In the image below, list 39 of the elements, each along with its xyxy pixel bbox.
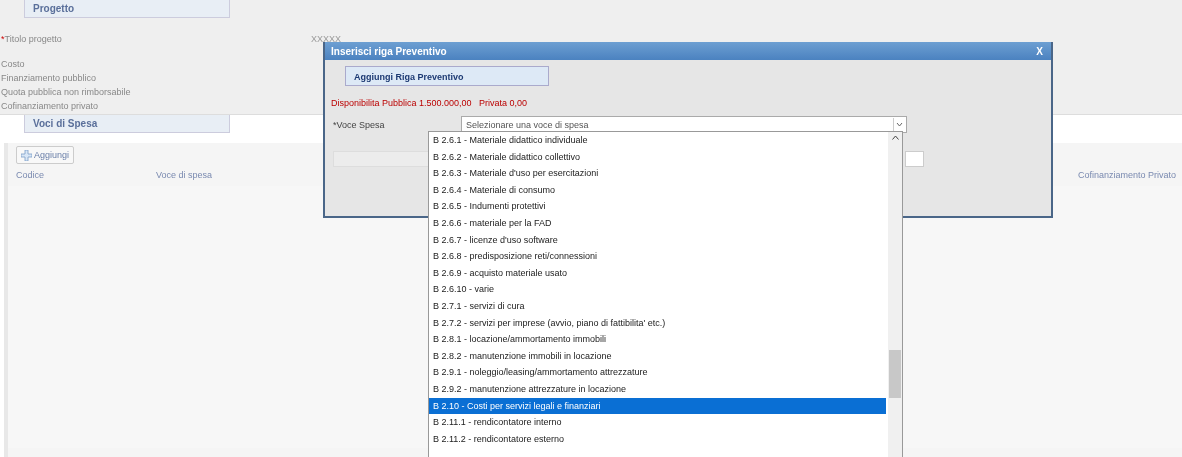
scrollbar[interactable]	[888, 132, 902, 457]
dropdown-option[interactable]: B 2.6.6 - materiale per la FAD	[429, 214, 886, 232]
scrollbar-thumb[interactable]	[889, 350, 901, 398]
dropdown-option[interactable]: B 2.6.4 - Materiale di consumo	[429, 181, 886, 199]
dropdown-option[interactable]: B 2.11.1 - rendicontatore interno	[429, 414, 886, 431]
dropdown-option[interactable]: B 2.8.2 - manutenzione immobili in locazione	[429, 347, 886, 365]
dropdown-option[interactable]: B 2.6.7 - licenze d'uso software	[429, 231, 886, 249]
dropdown-option[interactable]: B 2.10 - Costi per servizi legali e finanziari	[429, 397, 886, 415]
tab[interactable]: Aggiungi Riga Preventivo	[345, 66, 549, 86]
dropdown-option[interactable]: B 2.6.1 - Materiale didattico individuale	[429, 132, 886, 149]
column-header: Cofinanziamento Privato	[1077, 170, 1176, 180]
dropdown-option[interactable]: B 2.7.2 - servizi per imprese (avvio, piano di fattibilita' etc.)	[429, 314, 886, 332]
field-label: Costo	[1, 58, 26, 71]
column-header: Codice	[16, 170, 44, 180]
input-field[interactable]	[905, 151, 924, 167]
dropdown-option[interactable]: B 2.6.5 - Indumenti protettivi	[429, 198, 886, 215]
dropdown-option[interactable]: B 2.6.3 - Materiale d'uso per esercitazioni	[429, 165, 886, 182]
dialog-title: Inserisci riga Preventivo	[331, 45, 447, 57]
section-header: Voci di Spesa	[24, 115, 230, 133]
dropdown-option[interactable]: B 2.6.10 - varie	[429, 281, 886, 298]
dropdown-option[interactable]: B 2.9.1 - noleggio/leasing/ammortamento attrezzature	[429, 364, 886, 381]
field-label: *Voce Spesa	[333, 119, 386, 130]
plus-icon	[21, 149, 32, 161]
field-label: Cofinanziamento privato	[1, 100, 100, 113]
section-header: Progetto	[24, 0, 230, 18]
add-button[interactable]: Aggiungi	[16, 146, 75, 164]
dropdown-option[interactable]: B 2.11.2 - rendicontatore esterno	[429, 430, 886, 448]
field-value: XXXXX	[311, 34, 341, 44]
dropdown-option[interactable]: B 2.6.2 - Materiale didattico collettivo	[429, 148, 886, 166]
dropdown-option[interactable]: B 2.6.9 - acquisto materiale usato	[429, 264, 886, 282]
field-label: Finanziamento pubblico	[1, 72, 98, 85]
column-header: Voce di spesa	[156, 170, 213, 180]
availability-text: Disponibilita Pubblica 1.500.000,00 Privata 0,00	[331, 98, 529, 108]
dropdown-option[interactable]: B 2.8.1 - locazione/ammortamento immobili	[429, 331, 886, 348]
field-label: Quota pubblica non rimborsabile	[1, 86, 132, 99]
field-label: *Titolo progetto	[1, 33, 63, 46]
dropdown-option[interactable]: B 2.7.1 - servizi di cura	[429, 297, 886, 315]
dropdown-option[interactable]: B 2.6.8 - predisposizione reti/connessioni	[429, 248, 886, 265]
dropdown-option[interactable]: B 2.9.2 - manutenzione attrezzature in locazione	[429, 380, 886, 398]
